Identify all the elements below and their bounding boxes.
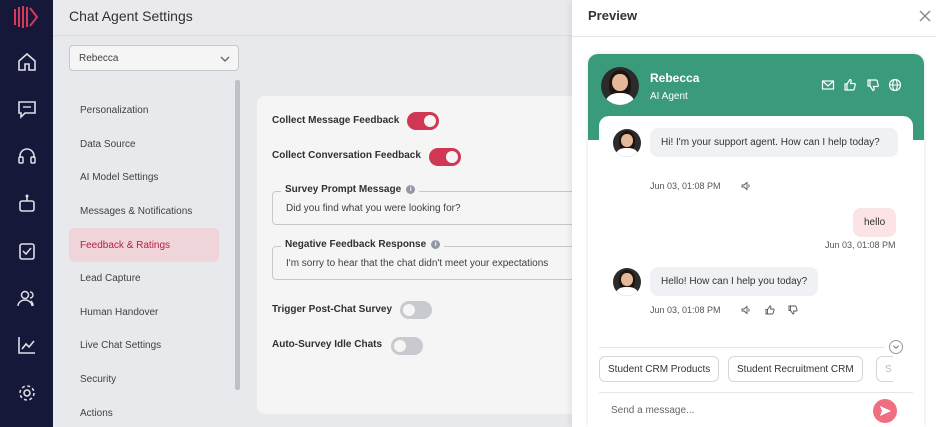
user-message-bubble: hello: [853, 208, 897, 237]
speaker-icon[interactable]: [741, 305, 751, 315]
page-title: Chat Agent Settings: [69, 8, 193, 24]
menu-scrollbar[interactable]: [235, 80, 240, 390]
menu-item-human-handover[interactable]: Human Handover: [69, 296, 219, 330]
bot-avatar: [613, 129, 641, 157]
suggestions-divider: [599, 347, 885, 348]
negative-feedback-label: Negative Feedback Response: [285, 239, 427, 250]
scroll-down-icon[interactable]: [889, 340, 903, 354]
preview-divider: [572, 36, 936, 37]
trigger-post-chat-survey-toggle[interactable]: [400, 301, 432, 319]
collect-message-feedback-toggle[interactable]: [407, 112, 439, 130]
suggestion-chip[interactable]: S: [876, 356, 893, 382]
message-input-placeholder: Send a message...: [611, 405, 695, 416]
menu-item-actions[interactable]: Actions: [69, 396, 219, 427]
tasks-icon[interactable]: [16, 240, 38, 262]
collect-message-feedback-label: Collect Message Feedback: [272, 115, 400, 126]
survey-prompt-legend: Survey Prompt Message i: [281, 184, 420, 195]
feedback-settings-card: Collect Message Feedback Collect Convers…: [257, 96, 592, 414]
agent-role: AI Agent: [650, 91, 688, 102]
settings-menu: Personalization Data Source AI Model Set…: [69, 94, 219, 427]
thumbs-up-icon[interactable]: [765, 305, 775, 315]
auto-survey-idle-toggle[interactable]: [391, 337, 423, 355]
menu-item-messages-notifications[interactable]: Messages & Notifications: [69, 195, 219, 229]
survey-prompt-label: Survey Prompt Message: [285, 184, 402, 195]
survey-prompt-value: Did you find what you were looking for?: [286, 203, 461, 214]
preview-panel: Preview Rebecca AI Agent Hi! I'm your su…: [572, 0, 936, 427]
auto-survey-idle-label: Auto-Survey Idle Chats: [272, 339, 383, 350]
menu-item-security[interactable]: Security: [69, 363, 219, 397]
info-icon[interactable]: i: [431, 240, 441, 249]
message-timestamp: Jun 03, 01:08 PM: [650, 181, 721, 191]
speaker-icon[interactable]: [741, 181, 751, 191]
send-icon: [880, 406, 891, 416]
bot-icon[interactable]: [16, 192, 38, 214]
users-icon[interactable]: [16, 287, 38, 309]
settings-page: Chat Agent Settings Rebecca Personalizat…: [53, 0, 592, 427]
agent-select-value: Rebecca: [79, 53, 119, 64]
chat-icon[interactable]: [16, 98, 38, 120]
thumbs-up-icon[interactable]: [843, 78, 857, 92]
chat-body: Hi! I'm your support agent. How can I he…: [599, 116, 913, 427]
info-icon[interactable]: i: [406, 185, 416, 194]
negative-feedback-field[interactable]: Negative Feedback Response i I'm sorry t…: [272, 239, 592, 280]
trigger-post-chat-survey-label: Trigger Post-Chat Survey: [272, 304, 393, 315]
preview-title: Preview: [588, 8, 638, 23]
message-timestamp: Jun 03, 01:08 PM: [650, 305, 721, 315]
bot-avatar: [613, 268, 641, 296]
chat-widget: Rebecca AI Agent Hi! I'm your support ag…: [588, 54, 924, 427]
headset-icon[interactable]: [16, 145, 38, 167]
menu-item-lead-capture[interactable]: Lead Capture: [69, 262, 219, 296]
suggestion-chip[interactable]: Student CRM Products: [599, 356, 720, 382]
send-button[interactable]: [873, 399, 897, 423]
menu-item-personalization[interactable]: Personalization: [69, 94, 219, 128]
agent-name: Rebecca: [650, 71, 700, 85]
survey-prompt-field[interactable]: Survey Prompt Message i Did you find wha…: [272, 184, 592, 225]
thumbs-down-icon[interactable]: [866, 78, 880, 92]
mail-icon[interactable]: [821, 78, 835, 92]
bot-message-bubble: Hello! How can I help you today?: [650, 267, 819, 296]
message-timestamp: Jun 03, 01:08 PM: [825, 240, 896, 250]
negative-feedback-legend: Negative Feedback Response i: [281, 239, 445, 250]
home-icon[interactable]: [16, 51, 38, 73]
settings-gear-icon[interactable]: [16, 382, 38, 404]
settings-topbar: Chat Agent Settings: [53, 0, 572, 36]
suggestion-chip[interactable]: Student Recruitment CRM: [728, 356, 863, 382]
message-input[interactable]: Send a message...: [599, 392, 913, 427]
close-icon[interactable]: [919, 10, 931, 22]
negative-feedback-value: I'm sorry to hear that the chat didn't m…: [286, 258, 549, 269]
menu-item-live-chat-settings[interactable]: Live Chat Settings: [69, 329, 219, 363]
collect-conversation-feedback-label: Collect Conversation Feedback: [272, 150, 421, 161]
menu-item-data-source[interactable]: Data Source: [69, 128, 219, 162]
collect-conversation-feedback-toggle[interactable]: [429, 148, 461, 166]
thumbs-down-icon[interactable]: [788, 305, 798, 315]
analytics-icon[interactable]: [16, 334, 38, 356]
globe-icon[interactable]: [888, 78, 902, 92]
menu-item-ai-model-settings[interactable]: AI Model Settings: [69, 161, 219, 195]
app-logo-icon[interactable]: [14, 6, 38, 28]
bot-message-bubble: Hi! I'm your support agent. How can I he…: [650, 128, 898, 157]
agent-avatar: [601, 67, 639, 105]
chevron-down-icon: [220, 56, 230, 62]
app-nav-rail: [0, 0, 53, 427]
agent-select[interactable]: Rebecca: [69, 45, 239, 71]
menu-item-feedback-ratings[interactable]: Feedback & Ratings: [69, 228, 219, 262]
